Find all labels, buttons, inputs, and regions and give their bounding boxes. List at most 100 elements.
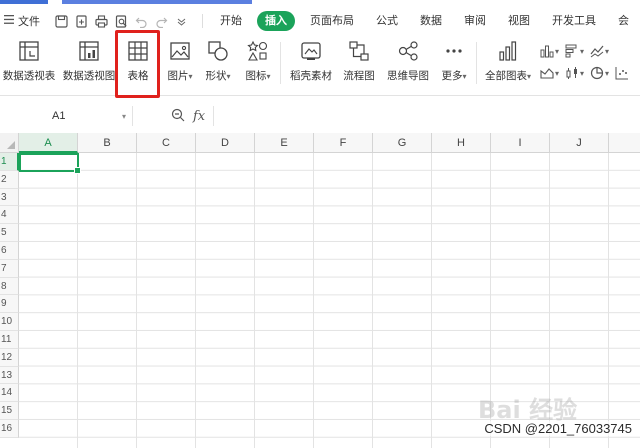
file-menu[interactable]: 文件 [0,13,53,29]
chevron-down-icon: ▾ [121,111,126,121]
row-header-11[interactable]: 11 [0,331,19,349]
print-preview-icon[interactable] [115,14,129,28]
stock-chart-icon [566,67,578,79]
row-header-9[interactable]: 9 [0,295,19,314]
bar-chart-button[interactable]: ▾ [565,44,584,58]
credit-text: CSDN @2201_76033745 [484,421,632,436]
menu-bar: 文件 开始 插入 页面布局 公式 数据 审阅 视图 开发工具 会 [0,8,640,34]
formula-input[interactable] [213,106,640,126]
row-header-6[interactable]: 6 [0,242,19,260]
picture-icon [167,38,193,64]
chevron-down-icon: ▾ [605,68,610,78]
tab-page-layout[interactable]: 页面布局 [299,11,365,31]
chevron-down-icon: ▾ [580,46,585,56]
hamburger-icon [4,15,14,27]
row-header-2[interactable]: 2 [0,170,19,189]
active-cell-a1[interactable] [19,153,81,174]
column-header-b[interactable]: B [78,133,137,153]
table-button-highlight [115,30,160,98]
stock-chart-button[interactable]: ▾ [565,66,584,80]
row-header-16[interactable]: 16 [0,420,19,438]
row-header-3[interactable]: 3 [0,188,19,207]
tab-developer[interactable]: 开发工具 [541,11,607,31]
zoom-icon[interactable] [171,108,185,125]
column-header-e[interactable]: E [255,133,314,153]
formula-bar: A1 ▾ fx [0,104,640,128]
row-header-13[interactable]: 13 [0,366,19,385]
row-header-12[interactable]: 12 [0,348,19,367]
picture-button[interactable]: 图片▾ [162,38,198,88]
icons-icon [245,38,271,64]
column-header-g[interactable]: G [373,133,432,153]
tab-data[interactable]: 数据 [409,11,453,31]
name-box[interactable]: A1 ▾ [8,106,133,126]
more-button[interactable]: 更多▾ [436,38,472,88]
watermark-logo: Bai 经验 [478,396,578,424]
tab-home[interactable]: 开始 [209,11,253,31]
column-chart-icon [540,45,554,58]
column-header-f[interactable]: F [314,133,373,153]
row-header-10[interactable]: 10 [0,313,19,331]
flowchart-button[interactable]: 流程图 [340,38,378,88]
shapes-button[interactable]: 形状▾ [200,38,236,88]
all-charts-button[interactable]: 全部图表▾ [482,38,534,88]
pivot-chart-icon [76,38,102,64]
bar-chart-icon [565,44,577,58]
material-button[interactable]: 稻壳素材 [286,38,336,88]
pivot-chart-button[interactable]: 数据透视图 [60,38,118,88]
column-chart-button[interactable]: ▾ [540,44,559,58]
column-header-a[interactable]: A [19,133,78,153]
chevron-down-icon: ▾ [555,68,560,78]
row-header-7[interactable]: 7 [0,259,19,278]
customize-toolbar-icon[interactable] [175,14,189,28]
row-header-1[interactable]: 1 [0,153,19,171]
pivot-table-button[interactable]: 数据透视表 [0,38,58,88]
save-icon[interactable] [55,14,69,28]
column-header-h[interactable]: H [432,133,491,153]
line-chart-button[interactable]: ▾ [590,44,609,58]
redo-icon[interactable] [155,14,169,28]
tab-formulas[interactable]: 公式 [365,11,409,31]
chevron-down-icon: ▾ [188,72,193,81]
undo-icon[interactable] [135,14,149,28]
tab-member[interactable]: 会 [607,11,640,31]
row-header-5[interactable]: 5 [0,224,19,242]
export-icon[interactable] [75,14,89,28]
ribbon-insert: 数据透视表 数据透视图 表格 图片▾ 形状▾ 图标▾ 稻壳素材 流程图 思维导图… [0,34,640,96]
column-header-j[interactable]: J [550,133,609,153]
column-header-c[interactable]: C [137,133,196,153]
row-header-4[interactable]: 4 [0,206,19,225]
file-menu-label: 文件 [18,16,40,28]
row-header-15[interactable]: 15 [0,402,19,420]
print-icon[interactable] [95,14,109,28]
chevron-down-icon: ▾ [462,72,467,81]
quick-access-toolbar [53,14,196,28]
scatter-chart-button[interactable] [615,66,629,80]
more-icon [441,38,467,64]
pie-chart-button[interactable]: ▾ [590,66,609,80]
flowchart-icon [346,38,372,64]
column-header-d[interactable]: D [196,133,255,153]
area-chart-button[interactable]: ▾ [540,66,559,80]
chevron-down-icon: ▾ [605,46,610,56]
tab-view[interactable]: 视图 [497,11,541,31]
column-header-partial[interactable] [609,133,640,153]
select-all-corner[interactable] [0,133,19,153]
all-charts-icon [495,38,521,64]
top-strip [0,0,640,6]
tab-review[interactable]: 审阅 [453,11,497,31]
column-header-i[interactable]: I [491,133,550,153]
pivot-table-icon [16,38,42,64]
cell-reference: A1 [52,110,66,122]
tab-insert[interactable]: 插入 [257,11,295,31]
row-header-14[interactable]: 14 [0,384,19,403]
area-chart-icon [540,68,554,79]
icons-button[interactable]: 图标▾ [240,38,276,88]
line-chart-icon [590,45,604,58]
chevron-down-icon: ▾ [266,72,271,81]
row-header-8[interactable]: 8 [0,277,19,296]
mindmap-button[interactable]: 思维导图 [384,38,432,88]
mindmap-icon [395,38,421,64]
chevron-down-icon: ▾ [580,68,585,78]
fx-icon[interactable]: fx [193,109,205,124]
